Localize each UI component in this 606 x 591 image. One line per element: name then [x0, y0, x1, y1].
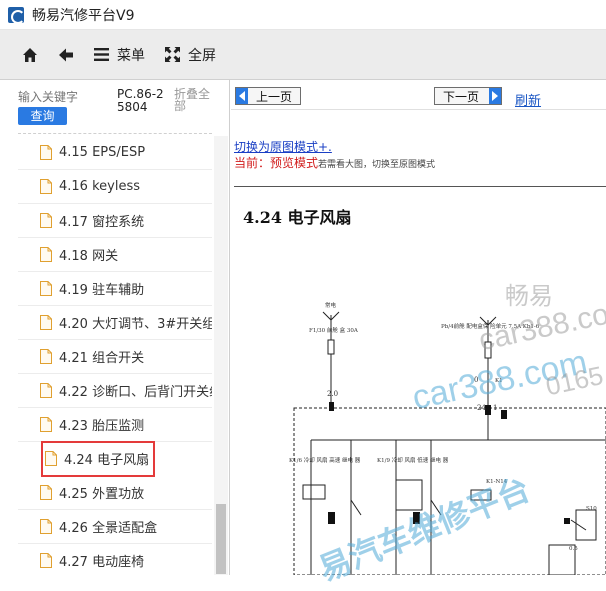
- document-viewer: 上一页 下一页 刷新 切换为原图模式+. 当前：预览模式若需看大图，切换至原图模…: [231, 80, 606, 588]
- label-relay-left: K1/6 冷却 风扇 高速 继电 器: [289, 456, 361, 464]
- document-icon: [40, 145, 52, 160]
- document-icon: [40, 383, 52, 398]
- right-arrow-icon: [489, 88, 501, 104]
- tree-item[interactable]: 4.22 诊断口、后背门开关组: [18, 374, 212, 408]
- label-node-24: 24: [477, 404, 486, 412]
- label-battery: 常电: [325, 301, 337, 309]
- prev-page-label: 上一页: [256, 89, 293, 104]
- chapter-tree: 4.15 EPS/ESP 4.16 keyless 4.17 窗控系统 4.18 网关…: [18, 136, 212, 575]
- watermark-brand: 畅易: [505, 283, 553, 310]
- tree-item-label: 4.19 驻车辅助: [59, 283, 145, 298]
- page-nav-bar: 上一页 下一页 刷新: [231, 80, 606, 110]
- tree-item[interactable]: 4.23 胎压监测: [18, 408, 212, 442]
- current-mode-hint: 若需看大图，切换至原图模式: [318, 160, 436, 170]
- tree-item[interactable]: 4.27 电动座椅: [18, 544, 212, 575]
- label-wire2: 0.5: [569, 546, 578, 552]
- fullscreen-label: 全屏: [188, 47, 216, 64]
- label-wire1: 2.0: [327, 390, 338, 398]
- divider: [18, 133, 212, 134]
- document-icon: [40, 553, 52, 568]
- collapse-all-button[interactable]: 折叠全部: [174, 88, 216, 112]
- tree-item-label: 4.25 外置功放: [59, 487, 145, 502]
- menu-icon: [94, 48, 109, 61]
- tree-item[interactable]: 4.25 外置功放: [18, 476, 212, 510]
- next-page-button[interactable]: 下一页: [434, 87, 502, 105]
- tree-item[interactable]: 4.18 网关: [18, 238, 212, 272]
- label-wire3: S10: [586, 506, 597, 512]
- tree-item-label: 4.17 窗控系统: [59, 215, 145, 230]
- tree-item-selected[interactable]: 4.24 电子风扇: [41, 441, 155, 477]
- tree-item-label: 4.27 电动座椅: [59, 555, 145, 570]
- tree-item-label: 4.16 keyless: [59, 179, 140, 194]
- fullscreen-button[interactable]: 全屏: [155, 40, 226, 70]
- back-button[interactable]: [48, 40, 84, 70]
- home-button[interactable]: [12, 40, 48, 70]
- prev-page-button[interactable]: 上一页: [235, 87, 301, 105]
- current-mode: 预览模式: [270, 156, 319, 170]
- menu-label: 菜单: [117, 47, 145, 64]
- search-area: 查询 PC.86-25804 折叠全部: [0, 80, 229, 132]
- document-heading: 4.24 电子风扇: [243, 208, 352, 227]
- tree-item[interactable]: 4.19 驻车辅助: [18, 272, 212, 306]
- app-logo-icon: [8, 6, 25, 24]
- window-title: 畅易汽修平台V9: [32, 7, 135, 24]
- current-mode-line: 当前：预览模式若需看大图，切换至原图模式: [234, 154, 435, 171]
- tree-item-label: 4.22 诊断口、后背门开关组: [59, 385, 212, 400]
- home-icon: [22, 47, 38, 63]
- tree-item-label: 4.21 组合开关: [59, 351, 145, 366]
- label-relay-mid: K1/9 冷却 风扇 低速 继电 器: [377, 456, 449, 464]
- fullscreen-icon: [165, 47, 180, 62]
- tree-item[interactable]: 4.16 keyless: [18, 170, 212, 204]
- document-icon: [40, 519, 52, 534]
- tree-item[interactable]: 4.26 全景适配盒: [18, 510, 212, 544]
- document-icon: [40, 213, 52, 228]
- switch-original-mode-link[interactable]: 切换为原图模式+.: [234, 138, 332, 155]
- toolbar: 菜单 全屏: [0, 30, 606, 80]
- document-icon: [40, 485, 52, 500]
- scroll-thumb[interactable]: [216, 504, 226, 574]
- title-bar: 畅易汽修平台V9: [0, 0, 606, 30]
- tree-item[interactable]: 4.21 组合开关: [18, 340, 212, 374]
- tree-item-label: 4.23 胎压监测: [59, 419, 145, 434]
- document-icon: [45, 451, 57, 466]
- label-node-1: 1: [493, 404, 497, 412]
- document-divider: [234, 186, 606, 187]
- left-panel: 查询 PC.86-25804 折叠全部 4.15 EPS/ESP 4.16 key…: [0, 80, 230, 575]
- document-icon: [40, 349, 52, 364]
- next-page-label: 下一页: [443, 89, 480, 104]
- back-arrow-icon: [58, 47, 74, 63]
- tree-item-label: 4.18 网关: [59, 249, 119, 264]
- document-icon: [40, 247, 52, 262]
- pc-code: PC.86-25804: [117, 87, 164, 114]
- keyword-input[interactable]: [18, 88, 108, 106]
- current-prefix: 当前：: [234, 156, 271, 170]
- tree-item-label: 4.20 大灯调节、3#开关组: [59, 317, 212, 332]
- query-button[interactable]: 查询: [18, 107, 67, 125]
- tree-item[interactable]: 4.17 窗控系统: [18, 204, 212, 238]
- document-icon: [40, 179, 52, 194]
- tree-item[interactable]: 4.15 EPS/ESP: [18, 136, 212, 170]
- tree-item-label: 4.26 全景适配盒: [59, 521, 158, 536]
- document-icon: [40, 417, 52, 432]
- document-icon: [40, 315, 52, 330]
- left-arrow-icon: [236, 88, 248, 104]
- document-icon: [40, 281, 52, 296]
- tree-item-label: 4.24 电子风扇: [64, 453, 150, 468]
- tree-item-label: 4.15 EPS/ESP: [59, 145, 146, 160]
- refresh-link[interactable]: 刷新: [515, 90, 541, 109]
- tree-item[interactable]: 4.20 大灯调节、3#开关组: [18, 306, 212, 340]
- tree-scrollbar[interactable]: [214, 136, 228, 575]
- label-fuse-left: F1/30 前舱 盒 30A: [309, 326, 359, 334]
- menu-button[interactable]: 菜单: [84, 40, 155, 70]
